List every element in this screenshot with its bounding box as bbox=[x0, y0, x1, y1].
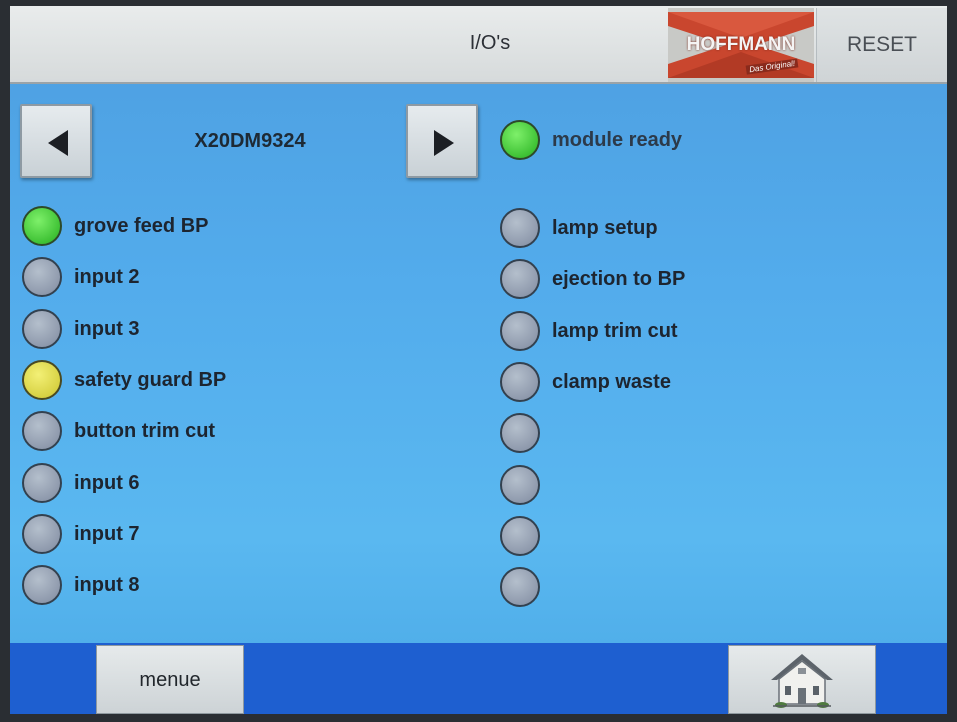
io-led-icon bbox=[500, 567, 540, 608]
arrow-right-icon bbox=[434, 130, 454, 156]
next-module-button[interactable] bbox=[406, 104, 478, 178]
io-led-icon bbox=[22, 206, 62, 246]
io-led-icon bbox=[500, 413, 540, 454]
status-led-icon bbox=[500, 120, 540, 160]
io-led-icon bbox=[500, 208, 540, 248]
io-led-icon bbox=[500, 515, 540, 556]
io-label: lamp trim cut bbox=[552, 319, 678, 342]
page-title: I/O's bbox=[469, 32, 511, 54]
io-label: input 6 bbox=[74, 471, 140, 494]
menu-button[interactable]: menue bbox=[96, 645, 244, 714]
io-led-icon bbox=[22, 462, 62, 503]
io-led-icon bbox=[22, 359, 62, 400]
hoffmann-logo: HOFFMANN Das Original! bbox=[668, 8, 814, 82]
home-button[interactable] bbox=[728, 645, 876, 714]
reset-button[interactable]: RESET bbox=[816, 8, 947, 82]
io-led-icon bbox=[500, 361, 540, 402]
io-led-icon bbox=[22, 257, 62, 298]
io-led-icon bbox=[22, 513, 62, 554]
io-led-icon bbox=[22, 308, 62, 349]
io-label: clamp waste bbox=[552, 370, 671, 393]
io-label: input 7 bbox=[74, 522, 140, 545]
io-label: lamp setup bbox=[552, 217, 658, 239]
io-led-icon bbox=[500, 259, 540, 300]
io-label: ejection to BP bbox=[552, 268, 686, 291]
previous-module-button[interactable] bbox=[20, 104, 92, 178]
module-name: X20DM9324 bbox=[194, 130, 306, 152]
io-led-icon bbox=[500, 464, 540, 505]
io-label: safety guard BP bbox=[74, 368, 227, 391]
io-label: input 8 bbox=[74, 574, 140, 597]
footer-bar: menue bbox=[10, 643, 947, 714]
io-label: grove feed BP bbox=[74, 215, 209, 237]
home-icon bbox=[771, 654, 833, 708]
io-led-icon bbox=[500, 310, 540, 351]
hmi-screen: I/O's HOFFMANN Das Original! RESET X20DM… bbox=[10, 6, 947, 714]
io-label: button trim cut bbox=[74, 420, 216, 443]
io-led-icon bbox=[22, 411, 62, 452]
arrow-left-icon bbox=[48, 130, 68, 156]
io-label: input 3 bbox=[74, 317, 140, 340]
io-led-icon bbox=[22, 565, 62, 606]
module-status-label: module ready bbox=[552, 129, 683, 151]
logo-text: HOFFMANN bbox=[686, 34, 796, 55]
header-bar: I/O's HOFFMANN Das Original! RESET bbox=[10, 6, 947, 84]
io-label: input 2 bbox=[74, 266, 140, 289]
